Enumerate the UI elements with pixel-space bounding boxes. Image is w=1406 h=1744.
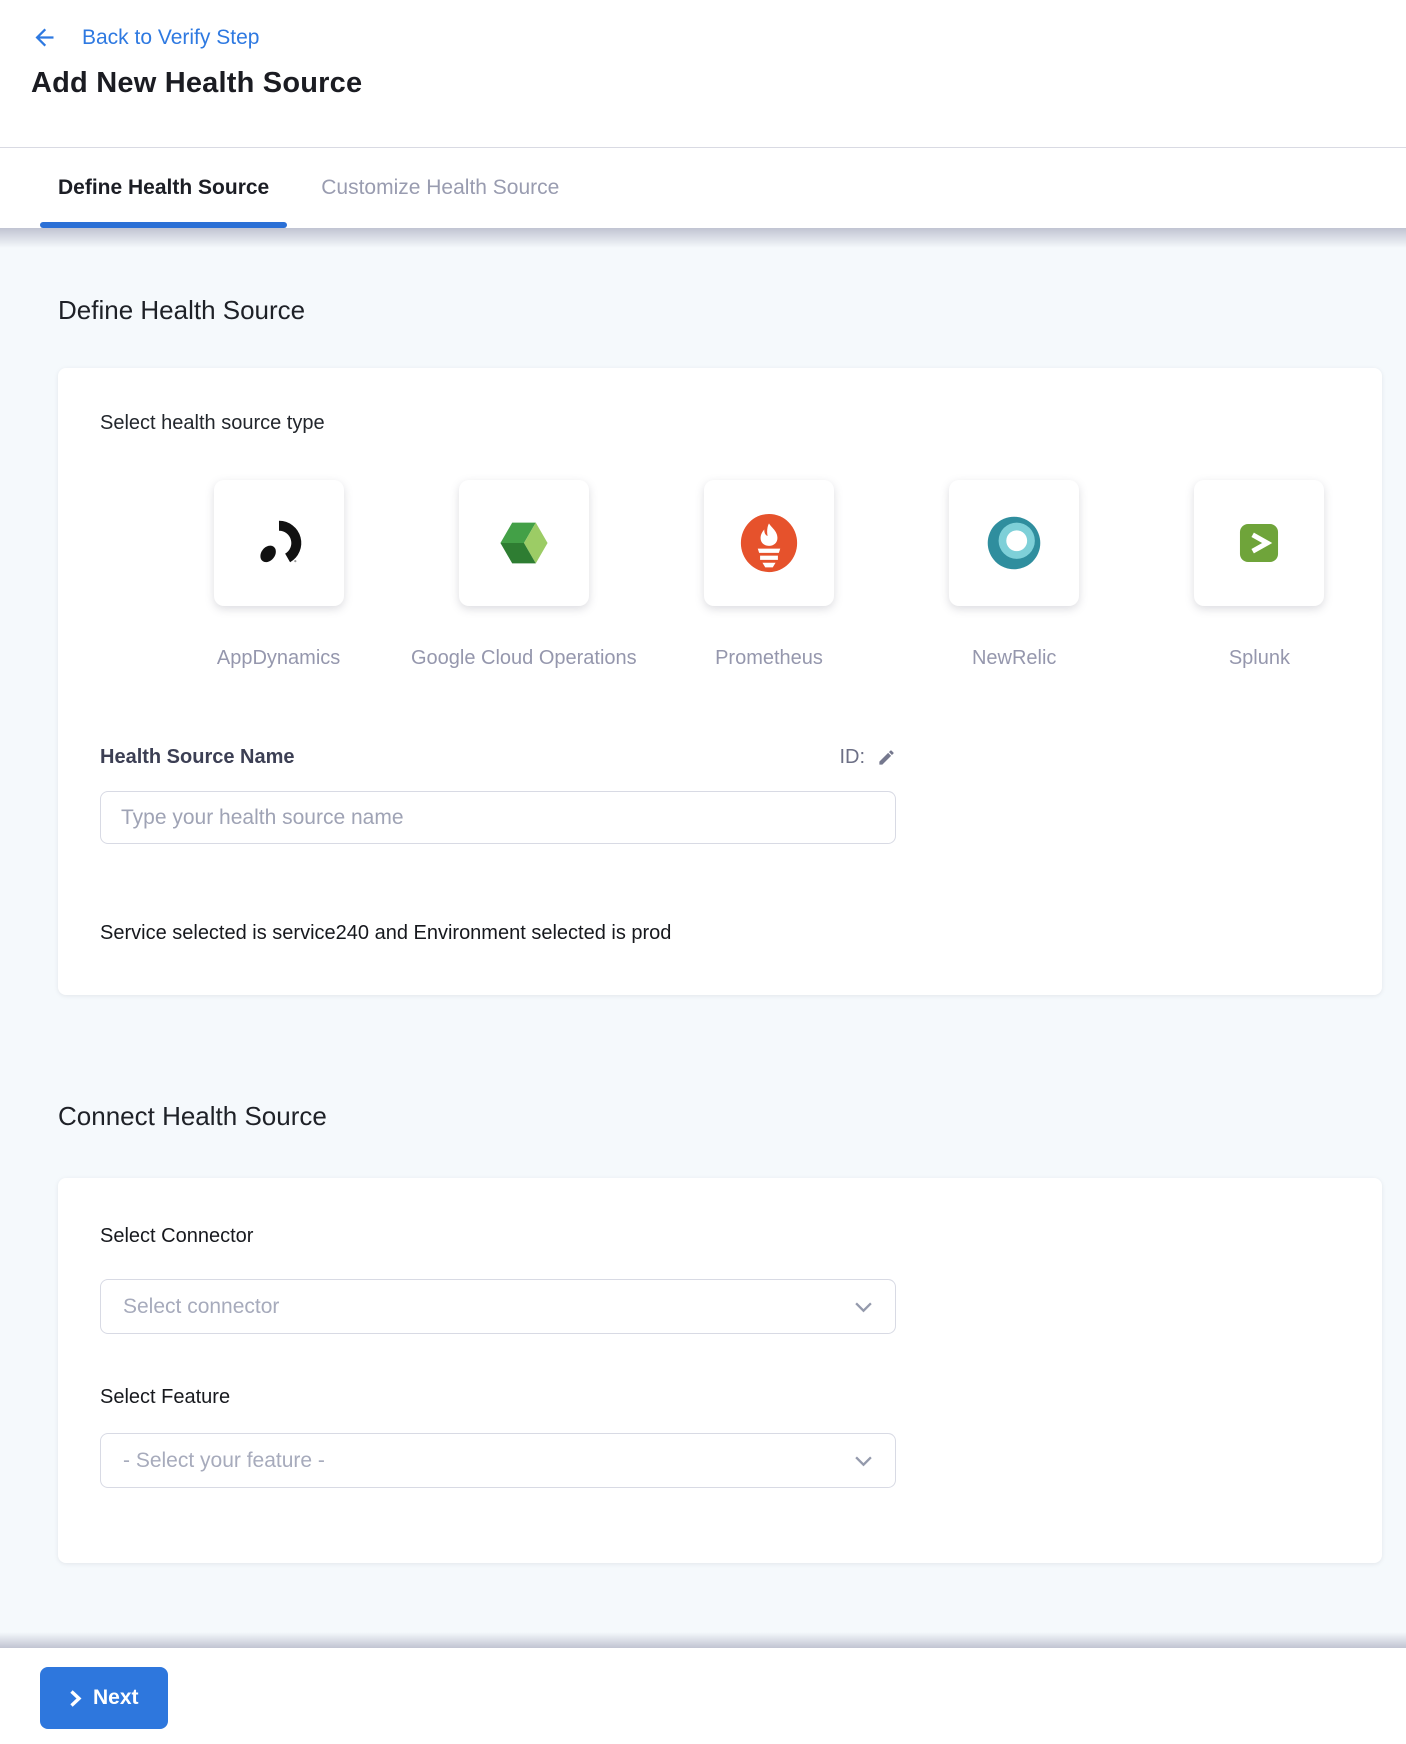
health-source-name-label: Health Source Name <box>100 746 295 769</box>
edit-pencil-icon[interactable] <box>877 748 896 767</box>
health-source-tabs: Define Health Source Customize Health So… <box>0 148 1406 228</box>
define-section-heading: Define Health Source <box>58 228 1382 326</box>
feature-select-placeholder: - Select your feature - <box>123 1449 325 1473</box>
tab-customize-health-source[interactable]: Customize Health Source <box>303 148 577 228</box>
splunk-tile[interactable] <box>1194 480 1324 606</box>
newrelic-icon <box>985 514 1043 572</box>
page-title: Add New Health Source <box>31 67 1406 100</box>
google-cloud-operations-tile[interactable] <box>459 480 589 606</box>
chevron-down-icon <box>854 1455 873 1467</box>
source-label: NewRelic <box>972 646 1056 670</box>
health-source-type-tiles: AppDynamics Google Cloud Operations <box>156 480 1382 670</box>
select-feature-label: Select Feature <box>100 1386 1382 1409</box>
connect-health-source-card: Select Connector Select connector Select… <box>58 1178 1382 1563</box>
source-col-google-cloud-operations: Google Cloud Operations <box>401 480 646 670</box>
id-group: ID: <box>839 746 896 769</box>
feature-select[interactable]: - Select your feature - <box>100 1433 896 1488</box>
select-type-label: Select health source type <box>100 412 1382 435</box>
source-label: Splunk <box>1229 646 1290 670</box>
source-col-splunk: Splunk <box>1137 480 1382 670</box>
connector-select-placeholder: Select connector <box>123 1295 279 1319</box>
content-area: Define Health Source Select health sourc… <box>0 228 1406 1648</box>
next-button[interactable]: Next <box>40 1667 168 1729</box>
tab-define-health-source[interactable]: Define Health Source <box>40 148 287 228</box>
prometheus-icon <box>739 513 799 573</box>
id-label: ID: <box>839 746 865 769</box>
back-to-verify-step-link[interactable]: Back to Verify Step <box>31 24 1406 51</box>
newrelic-tile[interactable] <box>949 480 1079 606</box>
source-label: AppDynamics <box>217 646 340 670</box>
health-source-name-row: Health Source Name ID: <box>100 746 896 769</box>
page-footer: Next <box>0 1648 1406 1744</box>
page-header: Back to Verify Step Add New Health Sourc… <box>0 0 1406 148</box>
source-col-prometheus: Prometheus <box>646 480 891 670</box>
add-health-source-page: Back to Verify Step Add New Health Sourc… <box>0 0 1406 1744</box>
health-source-name-input[interactable] <box>100 791 896 844</box>
chevron-down-icon <box>854 1301 873 1313</box>
appdynamics-icon <box>250 514 308 572</box>
connector-select[interactable]: Select connector <box>100 1279 896 1334</box>
arrow-left-icon <box>31 24 58 51</box>
google-cloud-operations-icon <box>495 514 553 572</box>
source-col-newrelic: NewRelic <box>892 480 1137 670</box>
select-connector-label: Select Connector <box>100 1225 1382 1248</box>
prometheus-tile[interactable] <box>704 480 834 606</box>
source-label: Prometheus <box>715 646 823 670</box>
define-health-source-card: Select health source type AppDynamics <box>58 368 1382 995</box>
service-environment-note: Service selected is service240 and Envir… <box>100 922 1382 945</box>
chevron-right-icon <box>69 1689 82 1708</box>
next-button-label: Next <box>93 1686 139 1710</box>
back-link-label: Back to Verify Step <box>82 26 259 50</box>
appdynamics-tile[interactable] <box>214 480 344 606</box>
splunk-icon <box>1230 514 1288 572</box>
source-label: Google Cloud Operations <box>411 646 637 670</box>
source-col-appdynamics: AppDynamics <box>156 480 401 670</box>
connect-section-heading: Connect Health Source <box>58 1101 1382 1132</box>
